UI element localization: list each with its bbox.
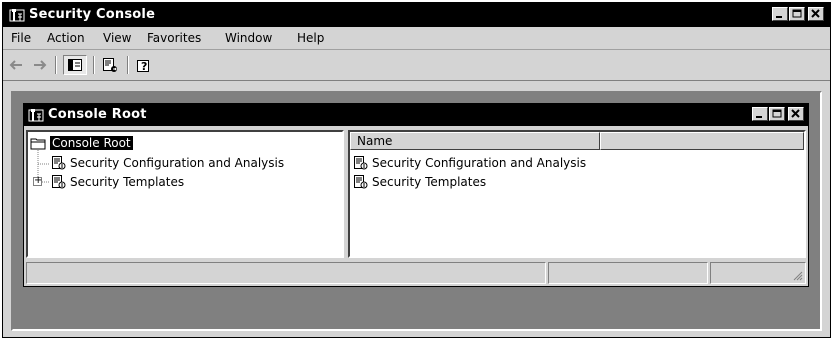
menubar: File Action View Favorites Window Help [3,27,830,50]
app-caption-buttons [772,7,824,21]
tree-item-label: Security Configuration and Analysis [70,156,285,170]
child-window: Console Root Console Root Security Confi… [23,103,809,287]
toolbar-separator [93,56,95,74]
status-panel [26,262,546,284]
menu-window[interactable]: Window [225,31,272,45]
app-title: Security Console [29,7,156,22]
menu-help[interactable]: Help [297,31,324,45]
tree-pane[interactable]: Console Root Security Configuration and … [26,130,344,258]
snapin-icon [354,175,368,189]
tree-item-label: Security Templates [70,175,185,189]
export-list-icon [103,58,117,72]
child-maximize-button[interactable] [769,107,785,121]
mdi-workspace: Console Root Console Root Security Confi… [11,91,822,331]
list-item-label: Security Configuration and Analysis [372,156,587,170]
help-icon: ? [137,60,149,73]
list-pane[interactable]: Name Security Configuration and Analysis… [348,130,806,258]
show-hide-tree-button[interactable] [63,55,87,75]
close-button[interactable] [808,7,824,21]
close-icon [791,109,800,118]
close-icon [811,9,820,18]
tree-item-console-root[interactable]: Console Root [30,134,133,152]
snapin-icon [52,175,66,189]
status-bar [26,262,806,284]
menu-action[interactable]: Action [47,31,85,45]
expand-plus-icon: + [34,175,43,186]
tree-item-security-configuration[interactable]: Security Configuration and Analysis [50,154,284,172]
forward-arrow-icon [34,60,47,70]
back-arrow-icon [9,60,22,70]
console-tree-icon [68,59,82,71]
resize-grip-icon[interactable] [791,269,803,281]
status-panel [710,262,806,284]
tree-item-security-templates[interactable]: Security Templates [50,173,184,191]
child-titlebar[interactable]: Console Root [24,104,808,126]
console-app-icon [9,9,25,22]
forward-button[interactable] [31,55,49,75]
app-window: Security Console File Action View Favori… [2,2,831,338]
minimize-icon [756,116,762,118]
app-titlebar[interactable]: Security Console [3,3,830,27]
toolbar-separator [127,56,129,74]
help-button[interactable]: ? [133,55,155,75]
console-root-icon [28,109,44,122]
svg-text:?: ? [141,60,147,73]
column-header-name[interactable]: Name [350,132,600,150]
maximize-icon [772,109,782,118]
folder-icon [30,138,46,150]
status-panel [548,262,708,284]
snapin-icon [354,156,368,170]
back-button[interactable] [7,55,25,75]
list-item[interactable]: Security Configuration and Analysis [352,154,586,172]
column-header-blank[interactable] [600,132,804,150]
child-minimize-button[interactable] [752,107,768,121]
toolbar-separator [55,56,57,74]
menu-file[interactable]: File [11,31,31,45]
child-title: Console Root [48,107,147,122]
maximize-button[interactable] [789,7,805,21]
maximize-icon [792,9,802,18]
child-close-button[interactable] [788,107,804,121]
menu-view[interactable]: View [103,31,131,45]
tree-expander-button[interactable]: + [33,175,43,186]
export-list-button[interactable] [99,55,121,75]
minimize-button[interactable] [772,7,788,21]
list-item-label: Security Templates [372,175,487,189]
minimize-icon [776,16,782,18]
menu-favorites[interactable]: Favorites [147,31,201,45]
child-caption-buttons [752,107,804,121]
snapin-icon [52,156,66,170]
toolbar: ? [3,50,830,81]
list-item[interactable]: Security Templates [352,173,486,191]
tree-item-label: Console Root [50,136,133,150]
